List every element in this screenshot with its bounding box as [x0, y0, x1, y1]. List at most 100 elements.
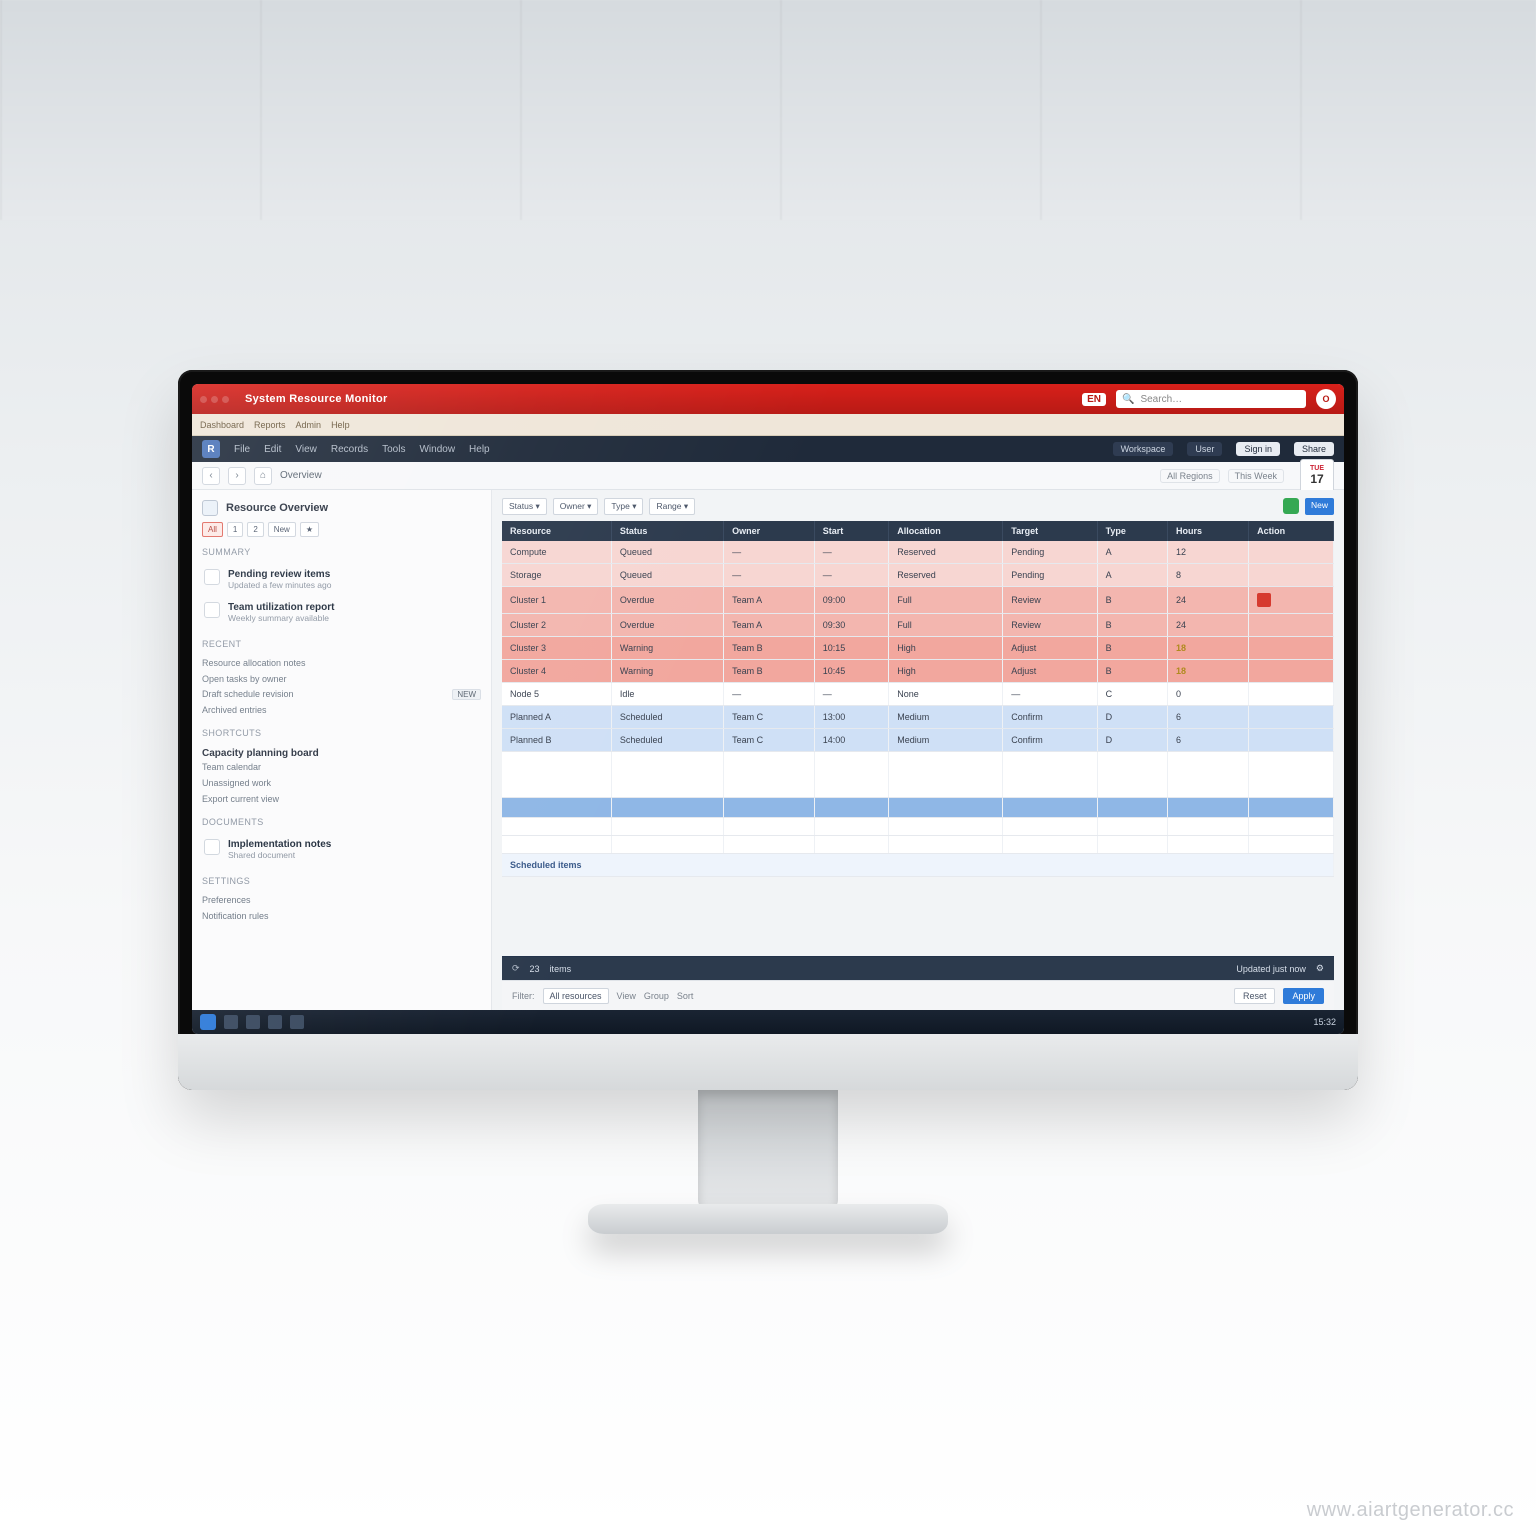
- apply-button[interactable]: Apply: [1283, 988, 1324, 1004]
- bookmark-item[interactable]: Dashboard: [200, 420, 244, 430]
- menu-item[interactable]: Records: [331, 444, 368, 455]
- sidebar-link[interactable]: Draft schedule revision NEW: [202, 687, 481, 702]
- filter-dropdown[interactable]: Status ▾: [502, 498, 547, 515]
- sidebar-shortcut[interactable]: Unassigned work: [202, 775, 481, 791]
- table-cell: High: [889, 660, 1003, 683]
- user-pill[interactable]: User: [1187, 442, 1222, 456]
- sidebar-link[interactable]: Open tasks by owner: [202, 671, 481, 687]
- taskbar-app-icon[interactable]: [290, 1015, 304, 1029]
- sidebar-settings-link[interactable]: Preferences: [202, 892, 481, 908]
- col-header[interactable]: Action: [1249, 521, 1334, 541]
- filter-chip[interactable]: All Regions: [1160, 469, 1220, 483]
- col-header[interactable]: Type: [1097, 521, 1167, 541]
- bookmark-item[interactable]: Reports: [254, 420, 286, 430]
- sidebar-shortcut[interactable]: Team calendar: [202, 759, 481, 775]
- window-controls[interactable]: [200, 396, 229, 403]
- sidebar-shortcut[interactable]: Capacity planning board: [202, 744, 481, 759]
- sidebar-settings-link[interactable]: Notification rules: [202, 908, 481, 924]
- bookmark-item[interactable]: Help: [331, 420, 350, 430]
- table-cell: Planned B: [502, 729, 611, 752]
- table-row[interactable]: Node 5Idle——None—C0: [502, 683, 1334, 706]
- filter-dropdown[interactable]: Owner ▾: [553, 498, 599, 515]
- workspace-pill[interactable]: Workspace: [1113, 442, 1174, 456]
- col-header[interactable]: Allocation: [889, 521, 1003, 541]
- sidebar-link[interactable]: Resource allocation notes: [202, 655, 481, 671]
- table-cell: [1249, 729, 1334, 752]
- reset-button[interactable]: Reset: [1234, 988, 1276, 1004]
- filter-field[interactable]: All resources: [543, 988, 609, 1004]
- lang-badge[interactable]: EN: [1082, 393, 1106, 406]
- table-cell: [502, 818, 611, 836]
- main-panel: Status ▾ Owner ▾ Type ▾ Range ▾ New R: [492, 490, 1344, 1010]
- sidebar-item[interactable]: Team utilization report Weekly summary a…: [202, 596, 481, 629]
- taskbar-app-icon[interactable]: [224, 1015, 238, 1029]
- table-row[interactable]: StorageQueued——ReservedPendingA8: [502, 564, 1334, 587]
- bottom-label[interactable]: Sort: [677, 991, 694, 1001]
- add-icon[interactable]: [1283, 498, 1299, 514]
- sidebar-link[interactable]: Archived entries: [202, 702, 481, 718]
- breadcrumb[interactable]: Overview: [280, 470, 322, 481]
- table-cell: [1167, 836, 1248, 854]
- filter-chip[interactable]: This Week: [1228, 469, 1284, 483]
- col-header[interactable]: Start: [814, 521, 889, 541]
- table-row[interactable]: Cluster 1OverdueTeam A09:00FullReviewB24: [502, 587, 1334, 614]
- table-cell: —: [814, 564, 889, 587]
- table-row[interactable]: Cluster 4WarningTeam B10:45HighAdjustB18: [502, 660, 1334, 683]
- table-row: Scheduled items: [502, 854, 1334, 877]
- col-header[interactable]: Owner: [724, 521, 815, 541]
- sidebar-shortcut[interactable]: Export current view: [202, 791, 481, 807]
- table-cell: 24: [1167, 587, 1248, 614]
- menu-item[interactable]: Window: [419, 444, 455, 455]
- table-cell: Full: [889, 587, 1003, 614]
- table-row[interactable]: Cluster 3WarningTeam B10:15HighAdjustB18: [502, 637, 1334, 660]
- table-row[interactable]: Planned AScheduledTeam C13:00MediumConfi…: [502, 706, 1334, 729]
- filter-dropdown[interactable]: Type ▾: [604, 498, 643, 515]
- col-header[interactable]: Target: [1003, 521, 1097, 541]
- bottom-toolbar: Filter: All resources View Group Sort Re…: [502, 980, 1334, 1010]
- back-icon[interactable]: ‹: [202, 467, 220, 485]
- taskbar-app-icon[interactable]: [246, 1015, 260, 1029]
- sidebar-tab[interactable]: ★: [300, 522, 319, 537]
- filter-dropdown[interactable]: Range ▾: [649, 498, 695, 515]
- table-row[interactable]: ComputeQueued——ReservedPendingA12: [502, 541, 1334, 564]
- col-header[interactable]: Hours: [1167, 521, 1248, 541]
- table-row[interactable]: Planned BScheduledTeam C14:00MediumConfi…: [502, 729, 1334, 752]
- sidebar-tab[interactable]: 2: [247, 522, 263, 537]
- alert-icon[interactable]: [1257, 593, 1271, 607]
- sidebar-doc[interactable]: Implementation notes Shared document: [202, 833, 481, 866]
- bottom-label[interactable]: Group: [644, 991, 669, 1001]
- sidebar-tab[interactable]: All: [202, 522, 223, 537]
- share-button[interactable]: Share: [1294, 442, 1334, 456]
- date-badge[interactable]: TUE 17: [1300, 459, 1334, 493]
- taskbar-app-icon[interactable]: [268, 1015, 282, 1029]
- home-icon[interactable]: ⌂: [254, 467, 272, 485]
- browser-search[interactable]: 🔍 Search…: [1116, 390, 1306, 408]
- table-cell: 18: [1167, 660, 1248, 683]
- signin-button[interactable]: Sign in: [1236, 442, 1280, 456]
- sidebar-tab[interactable]: New: [268, 522, 296, 537]
- app-logo-icon[interactable]: R: [202, 440, 220, 458]
- new-button[interactable]: New: [1305, 498, 1334, 515]
- bottom-label[interactable]: View: [617, 991, 636, 1001]
- gear-icon[interactable]: ⚙: [1316, 963, 1324, 974]
- tray-clock[interactable]: 15:32: [1313, 1017, 1336, 1027]
- start-icon[interactable]: [200, 1014, 216, 1030]
- col-header[interactable]: Status: [611, 521, 723, 541]
- brand-icon[interactable]: O: [1316, 389, 1336, 409]
- table-row[interactable]: Cluster 2OverdueTeam A09:30FullReviewB24: [502, 614, 1334, 637]
- table-cell: —: [724, 683, 815, 706]
- col-header[interactable]: Resource: [502, 521, 611, 541]
- menu-item[interactable]: Edit: [264, 444, 281, 455]
- sidebar-item[interactable]: Pending review items Updated a few minut…: [202, 563, 481, 596]
- menu-item[interactable]: Help: [469, 444, 490, 455]
- table-cell: B: [1097, 614, 1167, 637]
- sidebar-tab[interactable]: 1: [227, 522, 243, 537]
- menu-item[interactable]: File: [234, 444, 250, 455]
- table-cell: [1167, 818, 1248, 836]
- bookmark-item[interactable]: Admin: [296, 420, 322, 430]
- forward-icon[interactable]: ›: [228, 467, 246, 485]
- refresh-icon[interactable]: ⟳: [512, 963, 520, 974]
- menu-item[interactable]: View: [295, 444, 317, 455]
- table-cell: Team B: [724, 660, 815, 683]
- menu-item[interactable]: Tools: [382, 444, 405, 455]
